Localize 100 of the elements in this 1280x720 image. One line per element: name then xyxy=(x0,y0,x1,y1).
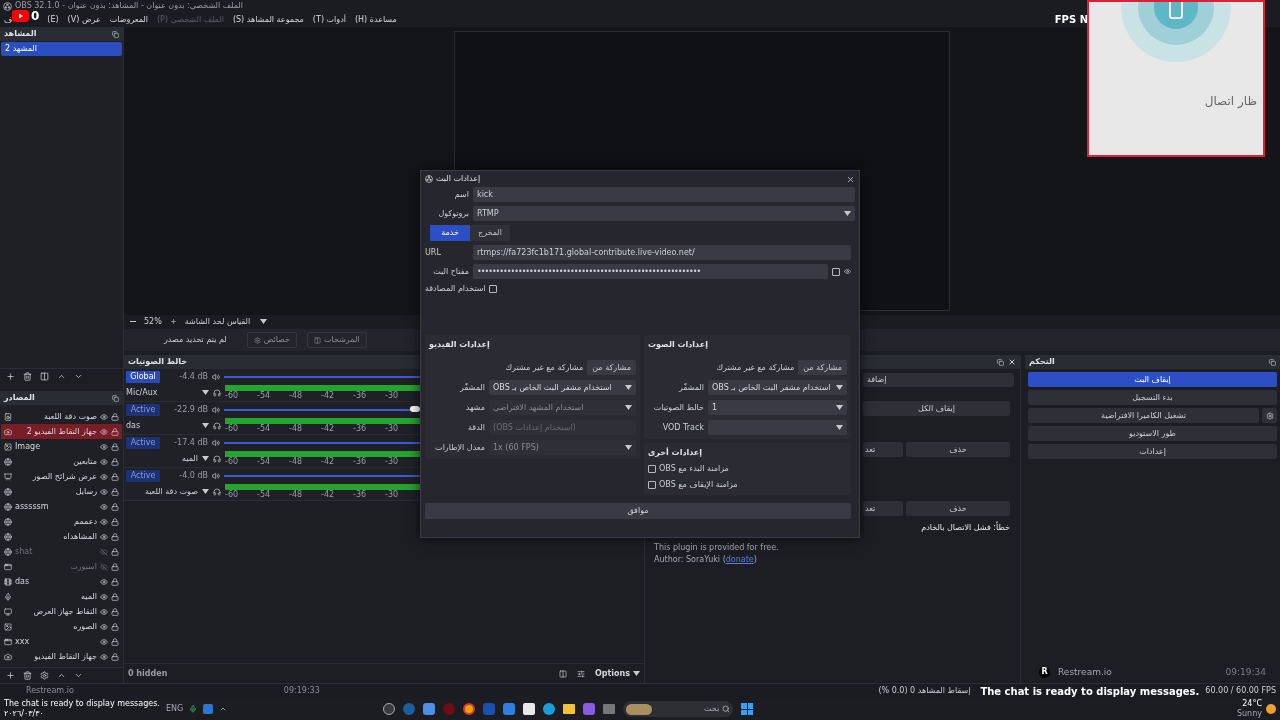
options-button[interactable]: Options xyxy=(594,667,640,680)
control-button[interactable]: إيقاف البث xyxy=(1028,372,1277,387)
status-badge[interactable]: Active xyxy=(126,403,160,416)
checkbox[interactable] xyxy=(648,465,656,473)
stop-all-button[interactable]: إيقاف الكل xyxy=(863,401,1010,416)
headphones-icon[interactable] xyxy=(213,454,221,463)
share-button[interactable]: مشاركة من xyxy=(798,360,847,375)
folder-icon[interactable] xyxy=(563,704,576,714)
lock-icon[interactable] xyxy=(111,472,119,481)
source-item[interactable]: التقاط جهاز العرض xyxy=(1,604,122,619)
status-badge[interactable]: Active xyxy=(126,469,160,482)
language-indicator[interactable]: ENG xyxy=(165,703,184,715)
control-button[interactable]: إعدادات xyxy=(1028,444,1277,459)
source-item[interactable]: shat xyxy=(1,544,122,559)
undock-icon[interactable] xyxy=(997,358,1004,366)
delete-button[interactable]: حذف xyxy=(906,442,1010,457)
move-down-icon[interactable] xyxy=(74,671,83,680)
eye-icon[interactable] xyxy=(100,652,108,661)
properties-button[interactable]: خصائص xyxy=(246,332,297,348)
eye-icon[interactable] xyxy=(100,592,108,601)
eye-icon[interactable] xyxy=(100,517,108,526)
eye-icon[interactable] xyxy=(844,268,851,275)
menu-item[interactable]: مجموعة المشاهد (S) xyxy=(232,13,304,26)
source-item[interactable]: دعممم xyxy=(1,514,122,529)
eye-icon[interactable] xyxy=(100,442,108,451)
move-down-icon[interactable] xyxy=(74,372,83,381)
eye-icon[interactable] xyxy=(100,502,108,511)
lock-icon[interactable] xyxy=(111,547,119,556)
trash-icon[interactable] xyxy=(23,671,32,680)
microphone-icon[interactable] xyxy=(189,705,198,713)
stream-key-field[interactable]: •••••••••••••••••••••••••••••••••••••••••••••••••••••••••••• xyxy=(473,264,828,279)
menu-item[interactable]: أدوات (T) xyxy=(312,13,346,26)
headphones-icon[interactable] xyxy=(213,421,221,430)
add-button[interactable]: إضافة xyxy=(863,373,1014,387)
trash-icon[interactable] xyxy=(23,372,32,381)
menu-item[interactable]: (E) xyxy=(47,13,59,26)
eye-icon[interactable] xyxy=(100,457,108,466)
source-item[interactable]: عرض شرائح الصور xyxy=(1,469,122,484)
delete-button[interactable]: حذف xyxy=(906,501,1010,516)
share-button[interactable]: مشاركة من xyxy=(587,360,636,375)
tab[interactable]: المخرج xyxy=(470,225,510,241)
undock-icon[interactable] xyxy=(1269,358,1276,366)
chevron-up-icon[interactable] xyxy=(219,705,228,713)
lock-icon[interactable] xyxy=(111,592,119,601)
eye-icon[interactable] xyxy=(100,577,108,586)
undock-icon[interactable] xyxy=(112,30,119,38)
lock-icon[interactable] xyxy=(111,502,119,511)
scale-dropdown[interactable]: القياس لحد الشاشة xyxy=(184,315,268,328)
close-icon[interactable] xyxy=(1008,358,1016,366)
source-item[interactable]: das xyxy=(1,574,122,589)
menu-item[interactable]: مساعدة (H) xyxy=(354,13,397,26)
headphones-icon[interactable] xyxy=(213,487,221,496)
status-badge[interactable]: Global xyxy=(126,370,160,383)
protocol-dropdown[interactable]: RTMP xyxy=(473,206,855,221)
source-item[interactable]: asssssm xyxy=(1,499,122,514)
url-field[interactable]: rtmps://fa723fc1b171.global-contribute.live-video.net/ xyxy=(473,245,851,260)
settings-icon[interactable] xyxy=(40,671,49,680)
eye-icon[interactable] xyxy=(100,427,108,436)
source-item[interactable]: جهاز التقاط الفيديو xyxy=(1,649,122,664)
eye-icon[interactable] xyxy=(100,607,108,616)
source-item[interactable]: متابعين xyxy=(1,454,122,469)
slider-thumb[interactable] xyxy=(410,405,421,412)
eye-icon[interactable] xyxy=(100,532,108,541)
edit-button[interactable]: تعد xyxy=(863,442,903,457)
eye-icon[interactable] xyxy=(100,637,108,646)
lock-icon[interactable] xyxy=(111,637,119,646)
control-button[interactable]: بدء التسجيل xyxy=(1028,390,1277,405)
checkbox[interactable] xyxy=(832,267,840,276)
lock-icon[interactable] xyxy=(111,577,119,586)
source-item[interactable]: الميه xyxy=(1,589,122,604)
lock-icon[interactable] xyxy=(111,532,119,541)
move-up-icon[interactable] xyxy=(57,671,66,680)
dropdown-field[interactable]: استخدام مشفر البث الخاص بـ OBS xyxy=(708,380,847,395)
lock-icon[interactable] xyxy=(111,562,119,571)
lock-icon[interactable] xyxy=(111,652,119,661)
tab[interactable]: خدمة xyxy=(430,225,470,241)
lock-icon[interactable] xyxy=(111,457,119,466)
add-icon[interactable] xyxy=(6,671,15,680)
checkbox[interactable] xyxy=(648,481,656,489)
dropdown-field[interactable]: استخدام مشفر البث الخاص بـ OBS xyxy=(489,380,636,395)
control-button[interactable]: طور الاستوديو xyxy=(1028,426,1277,441)
lock-icon[interactable] xyxy=(111,607,119,616)
scene-item[interactable]: المشهد 2 xyxy=(1,42,122,56)
control-button[interactable]: تشغيل الكاميرا الافتراضية xyxy=(1028,408,1259,423)
panel-icon[interactable] xyxy=(558,669,567,678)
edit-button[interactable]: تعد xyxy=(863,501,903,516)
windows-icon[interactable] xyxy=(741,703,754,715)
ok-button[interactable]: موافق xyxy=(425,503,851,519)
panel-icon[interactable] xyxy=(40,372,49,381)
add-icon[interactable] xyxy=(6,372,15,381)
source-item[interactable]: xxx xyxy=(1,634,122,649)
headphones-icon[interactable] xyxy=(213,388,221,397)
name-field[interactable]: kick xyxy=(473,187,855,202)
sun-icon[interactable] xyxy=(1266,704,1276,714)
lock-icon[interactable] xyxy=(111,442,119,451)
speaker-icon[interactable] xyxy=(212,372,220,381)
lock-icon[interactable] xyxy=(111,412,119,421)
menu-item[interactable]: عرض (V) xyxy=(67,13,101,26)
source-item[interactable]: رسايل xyxy=(1,484,122,499)
zoom-in-icon[interactable] xyxy=(169,318,177,325)
